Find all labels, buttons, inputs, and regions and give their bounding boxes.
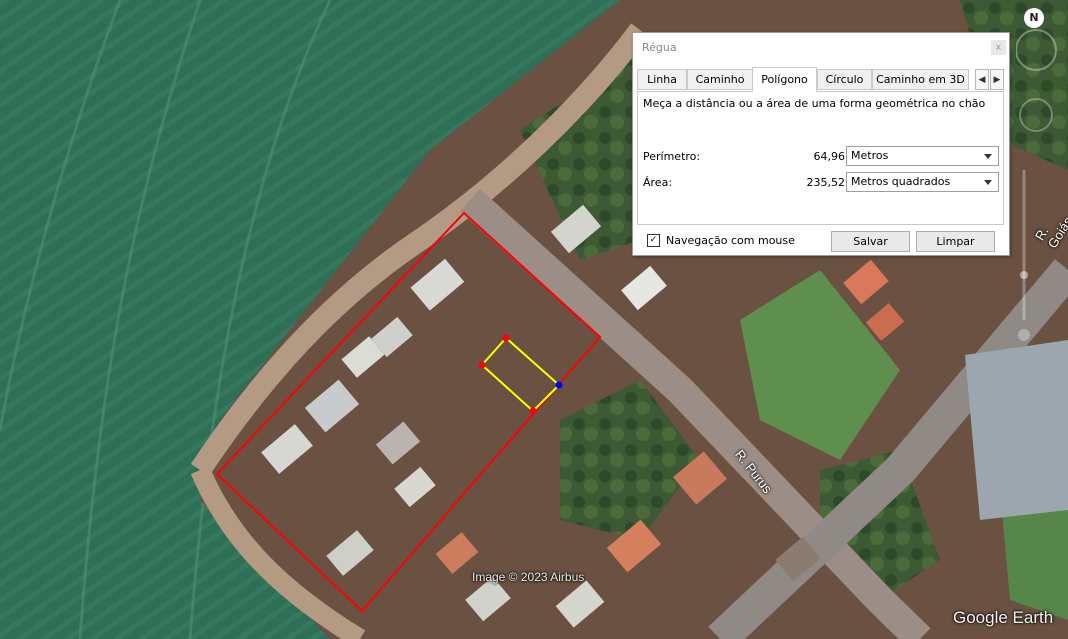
perimeter-unit-value: Metros: [851, 149, 889, 162]
warehouse-roof: [965, 340, 1068, 520]
street-view-pegman-icon[interactable]: [1018, 329, 1030, 341]
chevron-down-icon: [984, 180, 992, 185]
ruler-dialog[interactable]: Régua x Linha Caminho Polígono Círculo C…: [632, 32, 1010, 256]
look-joystick-icon[interactable]: [1016, 29, 1057, 71]
imagery-attribution: Image © 2023 Airbus: [472, 570, 585, 584]
tab-caminho-3d[interactable]: Caminho em 3D: [872, 69, 969, 90]
google-earth-logo: Google Earth: [953, 608, 1054, 627]
panel-description: Meça a distância ou a área de uma forma …: [643, 97, 986, 110]
mouse-navigation-option[interactable]: ✓ Navegação com mouse: [647, 234, 795, 247]
measure-tabs: Linha Caminho Polígono Círculo Caminho e…: [637, 67, 1004, 92]
polygon-vertex[interactable]: [478, 361, 486, 369]
move-joystick-icon[interactable]: [1019, 98, 1053, 132]
area-unit-select[interactable]: Metros quadrados: [846, 172, 999, 192]
area-label: Área:: [643, 176, 673, 189]
save-button[interactable]: Salvar: [831, 231, 910, 252]
polygon-vertex[interactable]: [529, 407, 537, 415]
polygon-vertex[interactable]: [502, 334, 510, 342]
tab-poligono[interactable]: Polígono: [752, 67, 817, 92]
perimeter-label: Perímetro:: [643, 150, 701, 163]
polygon-vertex-active[interactable]: [555, 381, 563, 389]
area-unit-value: Metros quadrados: [851, 175, 951, 188]
chevron-down-icon: [984, 154, 992, 159]
tab-scroll-right-icon[interactable]: ▶: [990, 69, 1004, 90]
tab-linha[interactable]: Linha: [637, 69, 687, 90]
close-icon[interactable]: x: [991, 40, 1006, 55]
perimeter-unit-select[interactable]: Metros: [846, 146, 999, 166]
mouse-navigation-label: Navegação com mouse: [666, 234, 795, 247]
tab-caminho[interactable]: Caminho: [687, 69, 753, 90]
zoom-slider-handle[interactable]: [1020, 271, 1028, 279]
area-value: 235,52: [806, 176, 846, 189]
mouse-navigation-checkbox[interactable]: ✓: [647, 234, 660, 247]
tab-scroll-left-icon[interactable]: ◀: [975, 69, 989, 90]
tab-circulo[interactable]: Círculo: [817, 69, 872, 90]
polygon-panel: Meça a distância ou a área de uma forma …: [637, 91, 1004, 225]
dialog-title: Régua: [642, 41, 677, 54]
perimeter-value: 64,96: [813, 150, 846, 163]
clear-button[interactable]: Limpar: [916, 231, 995, 252]
navigation-control[interactable]: [1016, 20, 1064, 350]
